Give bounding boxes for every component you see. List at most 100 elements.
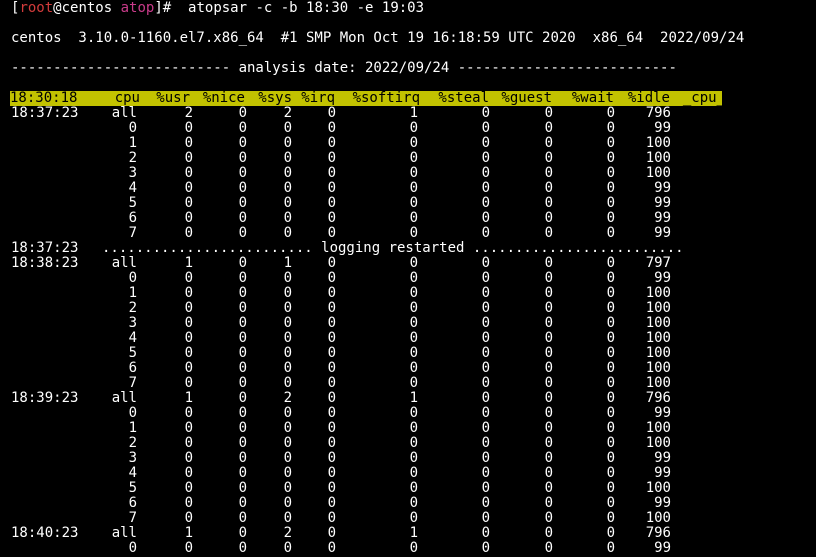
- cell-sys: 0: [283, 510, 292, 526]
- cell-softirq: 0: [409, 210, 418, 226]
- cell-sys: 2: [283, 525, 292, 541]
- cell-guest: 0: [544, 375, 553, 391]
- analysis-date-line: -------------------------- analysis date…: [11, 60, 677, 76]
- cell-cpu: 1: [128, 135, 137, 151]
- cell-sys: 0: [283, 540, 292, 556]
- cell-usr: 0: [184, 195, 193, 211]
- cell-cpu: 0: [128, 540, 137, 556]
- cell-idle: 99: [654, 195, 671, 211]
- cell-steal: 0: [481, 180, 490, 196]
- cell-guest: 0: [544, 450, 553, 466]
- header-wait: %wait: [571, 90, 614, 106]
- cell-steal: 0: [481, 300, 490, 316]
- cell-guest: 0: [544, 270, 553, 286]
- cell-usr: 0: [184, 330, 193, 346]
- cell-nice: 0: [238, 435, 247, 451]
- cell-steal: 0: [481, 315, 490, 331]
- table-row: 5 0 0 0 0 0 0 0 0 100: [11, 481, 731, 496]
- cell-sys: 0: [283, 195, 292, 211]
- cell-sys: 0: [283, 135, 292, 151]
- cell-softirq: 0: [409, 435, 418, 451]
- prompt-user: root: [19, 0, 54, 16]
- cell-cpu: all: [111, 390, 137, 406]
- cell-nice: 0: [238, 165, 247, 181]
- table-row: 6 0 0 0 0 0 0 0 0 99: [11, 211, 731, 226]
- cell-sys: 0: [283, 465, 292, 481]
- cell-guest: 0: [544, 120, 553, 136]
- table-row: 2 0 0 0 0 0 0 0 0 100: [11, 151, 731, 166]
- cell-wait: 0: [606, 540, 615, 556]
- cell-guest: 0: [544, 180, 553, 196]
- cell-cpu: 3: [128, 165, 137, 181]
- cell-idle: 99: [654, 180, 671, 196]
- cell-guest: 0: [544, 210, 553, 226]
- cell-guest: 0: [544, 420, 553, 436]
- cell-steal: 0: [481, 120, 490, 136]
- cell-steal: 0: [481, 360, 490, 376]
- cell-sys: 0: [283, 360, 292, 376]
- cell-softirq: 0: [409, 135, 418, 151]
- cell-steal: 0: [481, 330, 490, 346]
- cell-sys: 0: [283, 120, 292, 136]
- cell-idle: 100: [645, 315, 671, 331]
- cell-softirq: 0: [409, 540, 418, 556]
- cell-idle: 797: [645, 255, 671, 271]
- cell-wait: 0: [606, 195, 615, 211]
- table-row: 18:38:23 all 1 0 1 0 0 0 0 0 797: [11, 256, 731, 271]
- restart-time: 18:37:23: [11, 240, 79, 256]
- cell-wait: 0: [606, 300, 615, 316]
- table-row: 7 0 0 0 0 0 0 0 0 99: [11, 226, 731, 241]
- cell-irq: 0: [327, 360, 336, 376]
- cell-sys: 0: [283, 375, 292, 391]
- cell-steal: 0: [481, 195, 490, 211]
- cell-wait: 0: [606, 450, 615, 466]
- cell-cpu: 4: [128, 180, 137, 196]
- command-text: atopsar -c -b 18:30 -e 19:03: [171, 0, 425, 16]
- cell-irq: 0: [327, 165, 336, 181]
- cell-guest: 0: [544, 465, 553, 481]
- cell-guest: 0: [544, 165, 553, 181]
- cell-wait: 0: [606, 255, 615, 271]
- cell-wait: 0: [606, 105, 615, 121]
- terminal-window[interactable]: [root@centos atop]# atopsar -c -b 18:30 …: [0, 0, 816, 557]
- cell-softirq: 0: [409, 300, 418, 316]
- cell-guest: 0: [544, 495, 553, 511]
- cell-irq: 0: [327, 435, 336, 451]
- restart-message: ......................... logging restar…: [102, 240, 684, 256]
- cell-steal: 0: [481, 165, 490, 181]
- cell-sys: 2: [283, 390, 292, 406]
- cell-steal: 0: [481, 495, 490, 511]
- cell-steal: 0: [481, 135, 490, 151]
- header-cpu-flag: _cpu_: [682, 90, 725, 106]
- cell-usr: 0: [184, 405, 193, 421]
- cell-softirq: 0: [409, 345, 418, 361]
- cell-guest: 0: [544, 480, 553, 496]
- cell-idle: 100: [645, 285, 671, 301]
- cell-softirq: 0: [409, 360, 418, 376]
- cell-irq: 0: [327, 300, 336, 316]
- cell-nice: 0: [238, 285, 247, 301]
- cell-guest: 0: [544, 255, 553, 271]
- cell-nice: 0: [238, 255, 247, 271]
- cell-nice: 0: [238, 510, 247, 526]
- cell-usr: 0: [184, 150, 193, 166]
- cell-cpu: 6: [128, 495, 137, 511]
- cell-softirq: 0: [409, 405, 418, 421]
- cell-wait: 0: [606, 270, 615, 286]
- cell-cpu: 0: [128, 120, 137, 136]
- cell-irq: 0: [327, 120, 336, 136]
- header-softirq: %softirq: [352, 90, 420, 106]
- table-row: 18:37:23 all 2 0 2 0 1 0 0 0 796: [11, 106, 731, 121]
- cell-cpu: 7: [128, 375, 137, 391]
- cell-softirq: 0: [409, 450, 418, 466]
- cell-wait: 0: [606, 510, 615, 526]
- cell-softirq: 0: [409, 510, 418, 526]
- cell-nice: 0: [238, 225, 247, 241]
- cell-steal: 0: [481, 540, 490, 556]
- cell-usr: 0: [184, 480, 193, 496]
- cell-wait: 0: [606, 435, 615, 451]
- table-row: 0 0 0 0 0 0 0 0 0 99: [11, 121, 731, 136]
- cell-cpu: 3: [128, 315, 137, 331]
- cell-wait: 0: [606, 525, 615, 541]
- cell-sys: 0: [283, 450, 292, 466]
